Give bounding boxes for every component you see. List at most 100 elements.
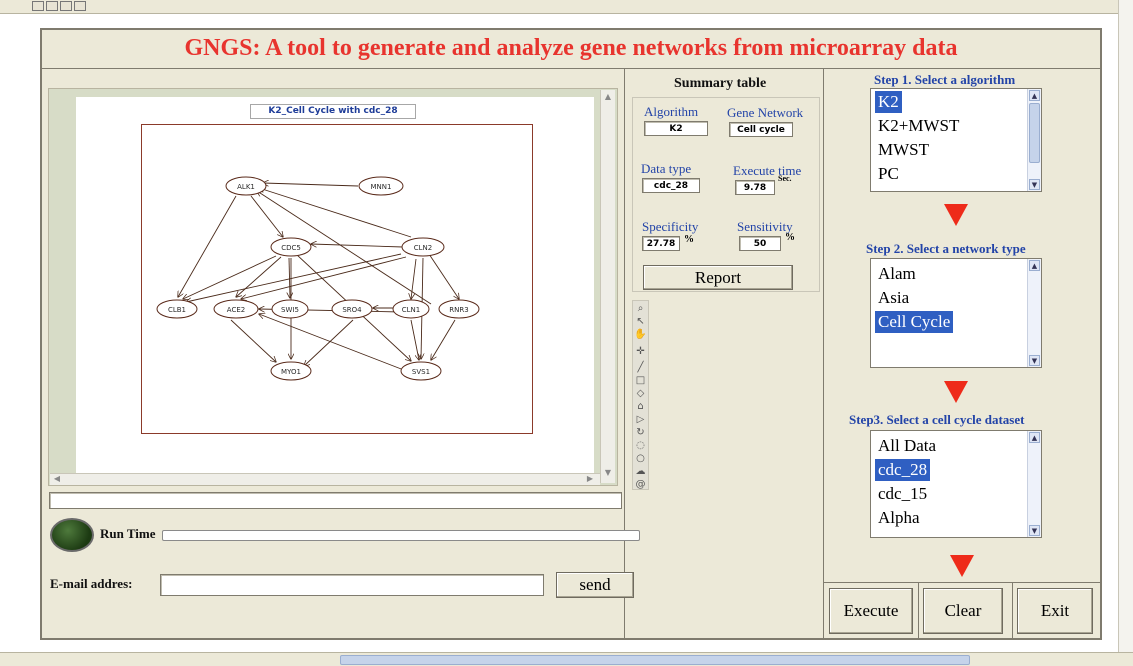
zoom-icon[interactable]: ⌕ (634, 303, 647, 314)
scroll-down-arrow[interactable]: ▼ (1029, 179, 1040, 190)
gene-network-label: Gene Network (727, 105, 804, 120)
graph-vertical-scrollbar[interactable]: ▲ ▼ (600, 90, 615, 483)
scrollbar-thumb[interactable] (340, 655, 970, 665)
node-label: CLB1 (168, 306, 186, 314)
clear-button[interactable]: Clear (923, 588, 1003, 634)
app-title: GNGS: A tool to generate and analyze gen… (184, 35, 958, 61)
list-item[interactable]: Asia (875, 287, 912, 309)
list-item[interactable]: All Data (875, 435, 939, 457)
email-field[interactable] (160, 574, 544, 596)
spiral-icon[interactable]: @ (634, 479, 647, 490)
scrollbar-thumb[interactable] (1029, 103, 1040, 163)
specificity-unit: % (684, 234, 694, 245)
lasso-icon[interactable]: ◌ (634, 440, 647, 451)
shape-icon[interactable]: ▷ (634, 414, 647, 425)
list-item[interactable]: PC (875, 163, 902, 185)
move-icon[interactable]: ✛ (634, 346, 647, 357)
dataset-listbox[interactable]: All Data cdc_28 cdc_15 Alpha ▲ ▼ (870, 430, 1042, 538)
window-top-strip (0, 0, 1133, 14)
node-label: CLN2 (414, 244, 432, 252)
list-scrollbar[interactable] (1027, 259, 1041, 367)
data-type-value: cdc_28 (642, 178, 700, 193)
step2-label: Step 2. Select a network type (866, 241, 1026, 256)
data-type-label: Data type (641, 161, 692, 176)
summary-title: Summary table (674, 76, 767, 91)
status-led (50, 518, 94, 552)
send-button[interactable]: send (556, 572, 634, 598)
scroll-down-arrow[interactable]: ▼ (602, 468, 614, 478)
scroll-down-arrow[interactable]: ▼ (1029, 355, 1040, 366)
node-label: MNN1 (371, 183, 392, 191)
toolbar-icon[interactable] (74, 1, 86, 11)
down-arrow-icon (944, 381, 968, 403)
step1-label: Step 1. Select a algorithm (874, 72, 1016, 87)
polygon-icon[interactable]: ⌂ (634, 401, 647, 412)
title-divider (41, 68, 1101, 69)
node-label: MYO1 (281, 368, 301, 376)
list-item[interactable]: cdc_15 (875, 483, 930, 505)
toolbar-icon[interactable] (46, 1, 58, 11)
divider (824, 582, 1101, 583)
down-arrow-icon (950, 555, 974, 577)
list-scrollbar[interactable] (1027, 431, 1041, 537)
specificity-label: Specificity (642, 219, 699, 234)
step3-label: Step3. Select a cell cycle dataset (849, 412, 1025, 427)
node-label: SWI5 (281, 306, 299, 314)
algorithm-label: Algorithm (644, 104, 699, 119)
run-time-label: Run Time (100, 526, 156, 541)
node-label: SVS1 (412, 368, 430, 376)
execute-time-value: 9.78 (735, 180, 775, 195)
down-arrow-icon (944, 204, 968, 226)
list-item[interactable]: MWST (875, 139, 932, 161)
ellipse-icon[interactable]: ○ (634, 453, 647, 464)
line-icon[interactable]: ╱ (634, 362, 647, 373)
graph-horizontal-scrollbar[interactable]: ◀ ▶ (50, 473, 600, 485)
scroll-up-arrow[interactable]: ▲ (1029, 260, 1040, 271)
algorithm-listbox[interactable]: K2 K2+MWST MWST PC ▲ ▼ (870, 88, 1042, 192)
network-graph[interactable]: ALK1 MNN1 CDC5 CLN2 CLB1 ACE2 SWI5 SRO4 … (141, 124, 533, 434)
node-label: CDC5 (281, 244, 301, 252)
network-listbox[interactable]: Alam Asia Cell Cycle ▲ ▼ (870, 258, 1042, 368)
divider (918, 582, 919, 638)
hand-icon[interactable]: ✋ (634, 329, 647, 340)
rectangle-icon[interactable]: □ (634, 375, 647, 386)
diamond-icon[interactable]: ◇ (634, 388, 647, 399)
run-time-bar (162, 530, 640, 541)
scroll-left-arrow[interactable]: ◀ (52, 474, 62, 484)
toolbar-icon[interactable] (32, 1, 44, 11)
execute-button[interactable]: Execute (829, 588, 913, 634)
scroll-up-arrow[interactable]: ▲ (602, 92, 614, 102)
cloud-icon[interactable]: ☁ (634, 466, 647, 477)
report-button[interactable]: Report (643, 265, 793, 290)
graph-edges (178, 183, 459, 373)
divider (823, 68, 824, 638)
list-item[interactable]: Alam (875, 263, 919, 285)
pointer-icon[interactable]: ↖ (634, 316, 647, 327)
toolbar-icon[interactable] (60, 1, 72, 11)
scroll-right-arrow[interactable]: ▶ (585, 474, 595, 484)
scroll-down-arrow[interactable]: ▼ (1029, 525, 1040, 536)
node-label: ALK1 (237, 183, 255, 191)
scroll-up-arrow[interactable]: ▲ (1029, 432, 1040, 443)
divider (1012, 582, 1013, 638)
divider (624, 68, 625, 638)
node-label: ACE2 (227, 306, 245, 314)
list-item[interactable]: Alpha (875, 507, 923, 529)
exit-button[interactable]: Exit (1017, 588, 1093, 634)
gene-network-value: Cell cycle (729, 122, 793, 137)
node-label: CLN1 (402, 306, 420, 314)
node-label: SRO4 (342, 306, 362, 314)
node-label: RNR3 (449, 306, 468, 314)
specificity-value: 27.78 (642, 236, 680, 251)
scroll-up-arrow[interactable]: ▲ (1029, 90, 1040, 101)
sensitivity-value: 50 (739, 236, 781, 251)
list-item[interactable]: K2+MWST (875, 115, 962, 137)
algorithm-value: K2 (644, 121, 708, 136)
list-item[interactable]: Cell Cycle (875, 311, 954, 333)
progress-bar (49, 492, 622, 509)
rotate-icon[interactable]: ↻ (634, 427, 647, 438)
list-item[interactable]: cdc_28 (875, 459, 931, 481)
graph-title: K2_Cell Cycle with cdc_28 (268, 106, 398, 116)
page-scrollbar[interactable] (1118, 0, 1133, 666)
list-item[interactable]: K2 (875, 91, 902, 113)
